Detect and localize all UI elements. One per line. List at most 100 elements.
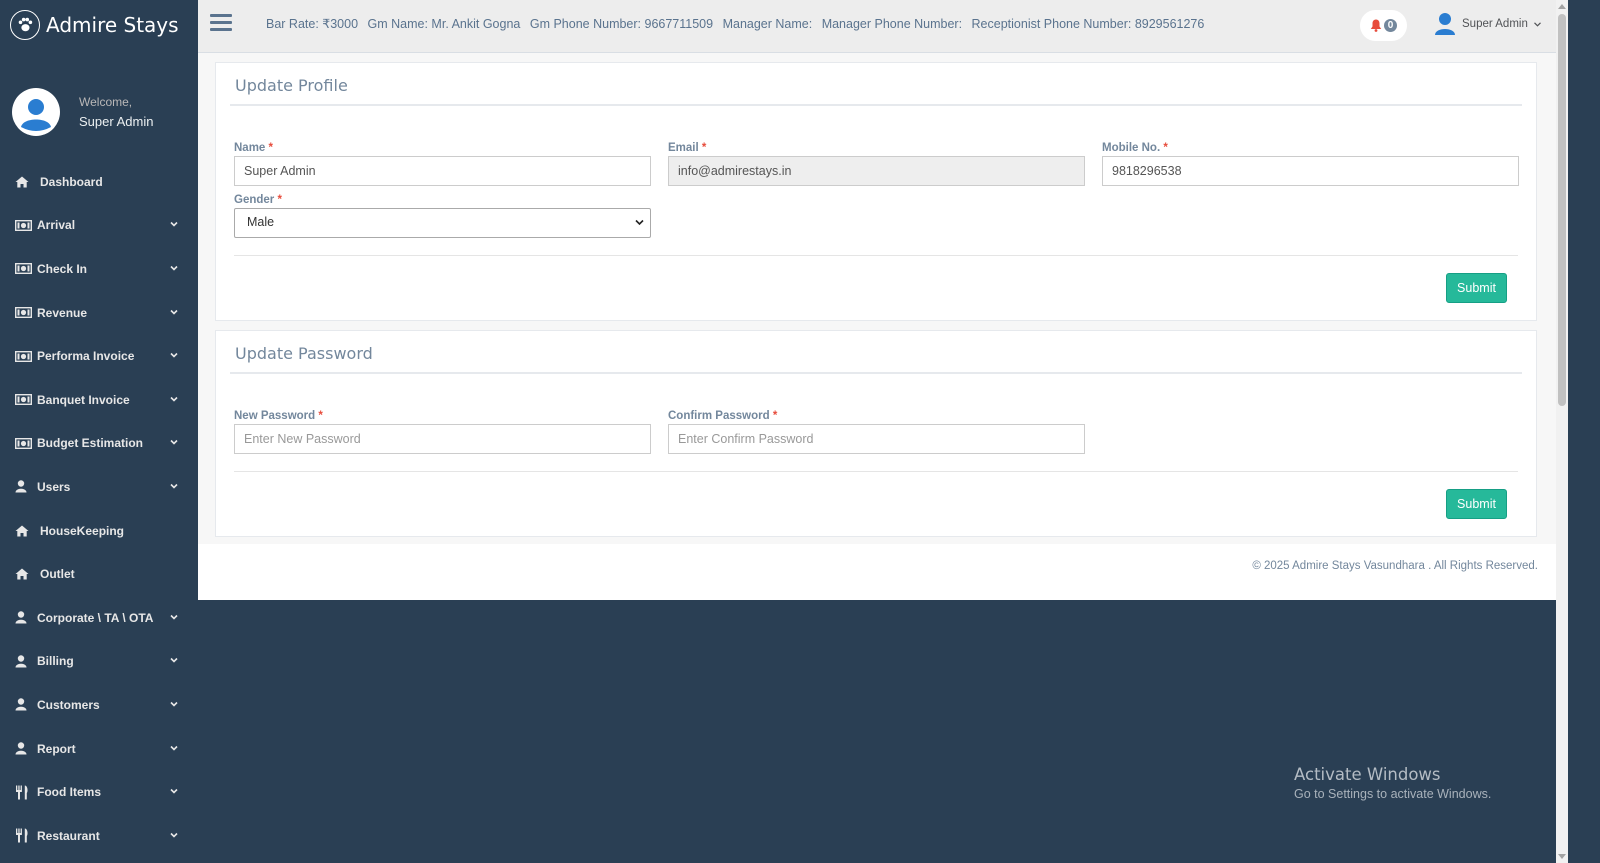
sidebar-item-label: Arrival — [37, 218, 76, 233]
chevron-down-icon — [170, 222, 178, 228]
paw-icon — [10, 10, 40, 40]
sidebar-item-banquet-invoice[interactable]: Banquet Invoice — [0, 378, 198, 422]
page-scrollbar[interactable] — [1556, 0, 1568, 863]
chevron-down-icon — [170, 440, 178, 445]
avatar — [12, 88, 60, 136]
chevron-down-icon — [170, 658, 178, 663]
bell-icon — [1370, 19, 1381, 32]
sidebar-item-label: Food Items — [37, 785, 102, 800]
chevron-down-icon — [635, 219, 644, 226]
hotel-info-bar: Bar Rate: ₹3000 Gm Name: Mr. Ankit Gogna… — [266, 16, 1210, 31]
sidebar-item-food-items[interactable]: Food Items — [0, 770, 198, 814]
money-icon — [15, 219, 37, 231]
sidebar-item-outlet[interactable]: Outlet — [0, 552, 198, 596]
chevron-down-icon — [170, 353, 178, 358]
activate-windows-watermark: Activate Windows Go to Settings to activ… — [1294, 765, 1491, 801]
chevron-down-icon — [170, 309, 178, 315]
user-icon — [15, 611, 37, 624]
sidebar-item-label: Billing — [37, 654, 74, 669]
watermark-title: Activate Windows — [1294, 765, 1441, 784]
money-icon — [15, 263, 37, 275]
new-password-input[interactable] — [234, 424, 651, 454]
mobile-label: Mobile No. * — [1102, 142, 1168, 154]
confirm-password-label: Confirm Password * — [668, 410, 778, 422]
sidebar-item-check-in[interactable]: Check In — [0, 247, 198, 291]
manager-phone: Manager Phone Number: — [821, 17, 963, 31]
sidebar-item-label: Outlet — [40, 567, 75, 582]
sidebar-item-users[interactable]: Users — [0, 465, 198, 509]
cutlery-icon — [15, 828, 37, 843]
sidebar-item-label: Dashboard — [40, 174, 103, 189]
manager-name: Manager Name: — [722, 17, 813, 31]
user-name: Super Admin — [1462, 18, 1528, 30]
sidebar-item-label: Report — [37, 741, 76, 756]
menu-toggle-icon[interactable] — [210, 14, 232, 32]
mobile-field-group: Mobile No. * — [1102, 142, 1519, 186]
sidebar-item-report[interactable]: Report — [0, 727, 198, 771]
sidebar-item-label: Performa Invoice — [37, 349, 135, 364]
sidebar-item-label: Users — [37, 479, 71, 494]
chevron-down-icon — [170, 483, 178, 489]
scrollbar-thumb[interactable] — [1558, 14, 1566, 406]
sidebar-item-housekeeping[interactable]: HouseKeeping — [0, 509, 198, 553]
gender-select[interactable]: Male — [234, 208, 651, 238]
user-icon — [15, 742, 37, 755]
sidebar-item-label: Banquet Invoice — [37, 392, 130, 407]
home-icon — [15, 525, 40, 537]
gender-selected-value: Male — [247, 215, 275, 229]
user-avatar-icon — [1435, 13, 1455, 35]
welcome-text: Welcome, — [79, 95, 133, 109]
email-input[interactable] — [668, 156, 1085, 186]
chevron-down-icon — [170, 745, 178, 751]
sidebar-menu: Dashboard Arrival Check In Revenue Performa … — [0, 160, 198, 858]
sidebar-item-revenue[interactable]: Revenue — [0, 291, 198, 335]
sidebar-item-billing[interactable]: Billing — [0, 640, 198, 684]
sidebar-item-label: Check In — [37, 261, 88, 276]
sidebar-item-dashboard[interactable]: Dashboard — [0, 160, 198, 204]
chevron-down-icon — [170, 396, 178, 402]
top-navbar: Bar Rate: ₹3000 Gm Name: Mr. Ankit Gogna… — [198, 0, 1556, 53]
confirm-password-input[interactable] — [668, 424, 1085, 454]
chevron-down-icon — [170, 265, 178, 271]
user-dropdown[interactable]: Super Admin — [1434, 12, 1541, 36]
scroll-up-arrow-icon[interactable] — [1558, 4, 1566, 9]
profile-name: Super Admin — [79, 114, 154, 129]
update-profile-panel: Update Profile Name * Email * Mobile No.… — [215, 62, 1537, 321]
password-submit-button[interactable]: Submit — [1446, 489, 1507, 519]
money-icon — [15, 350, 37, 362]
chevron-down-icon — [170, 832, 178, 838]
sidebar-item-label: HouseKeeping — [40, 523, 125, 538]
notification-button[interactable]: 0 — [1360, 10, 1407, 41]
watermark-subtitle: Go to Settings to activate Windows. — [1294, 787, 1492, 801]
user-icon — [15, 698, 37, 711]
sidebar-item-label: Budget Estimation — [37, 436, 144, 451]
chevron-down-icon — [1533, 21, 1541, 27]
sidebar-item-budget-estimation[interactable]: Budget Estimation — [0, 422, 198, 466]
new-password-field-group: New Password * — [234, 410, 651, 454]
money-icon — [15, 307, 37, 319]
sidebar-item-customers[interactable]: Customers — [0, 683, 198, 727]
gm-name: Gm Name: Mr. Ankit Gogna — [367, 17, 521, 31]
mobile-input[interactable] — [1102, 156, 1519, 186]
name-field-group: Name * — [234, 142, 651, 186]
sidebar-item-restaurant[interactable]: Restaurant — [0, 814, 198, 858]
sidebar-item-arrival[interactable]: Arrival — [0, 204, 198, 248]
home-icon — [15, 176, 40, 188]
name-input[interactable] — [234, 156, 651, 186]
chevron-down-icon — [170, 789, 178, 794]
user-icon — [15, 480, 37, 493]
panel-title: Update Password — [235, 344, 373, 363]
brand-name: Admire Stays — [46, 13, 179, 37]
money-icon — [15, 437, 37, 449]
update-password-panel: Update Password New Password * Confirm P… — [215, 330, 1537, 537]
gender-label: Gender * — [234, 194, 282, 206]
email-field-group: Email * — [668, 142, 1085, 186]
brand[interactable]: Admire Stays — [0, 0, 198, 50]
panel-title: Update Profile — [235, 76, 348, 95]
scroll-down-arrow-icon[interactable] — [1558, 854, 1566, 859]
profile-submit-button[interactable]: Submit — [1446, 273, 1507, 303]
sidebar-item-label: Restaurant — [37, 828, 100, 843]
sidebar-item-corporate-ta-ota[interactable]: Corporate \ TA \ OTA — [0, 596, 198, 640]
notification-count-badge: 0 — [1383, 19, 1398, 32]
sidebar-item-performa-invoice[interactable]: Performa Invoice — [0, 334, 198, 378]
